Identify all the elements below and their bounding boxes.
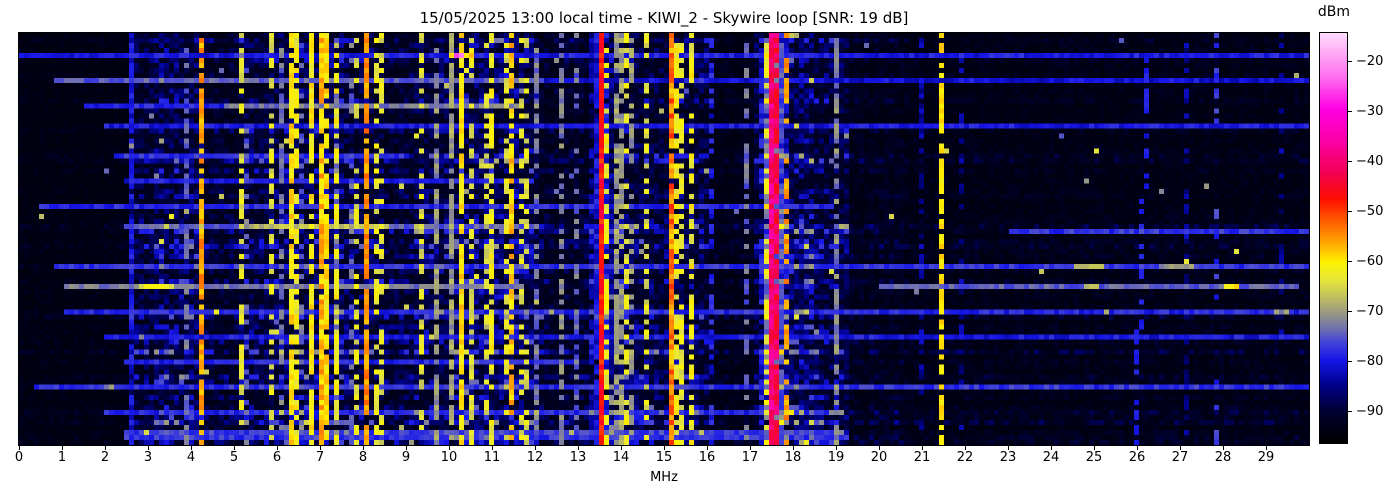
colorbar-tick	[1348, 60, 1352, 62]
x-tick-label: 12	[526, 450, 544, 465]
colorbar-tick-label: −50	[1356, 203, 1384, 219]
x-tick-label: 10	[440, 450, 458, 465]
colorbar-tick	[1348, 360, 1352, 362]
x-tick-label: 21	[913, 450, 931, 465]
x-tick-label: 3	[143, 450, 153, 465]
x-tick-label: 6	[272, 450, 282, 465]
x-tick-label: 8	[358, 450, 368, 465]
x-tick-label: 20	[870, 450, 888, 465]
spectrogram-figure: 15/05/2025 13:00 local time - KIWI_2 - S…	[0, 0, 1400, 500]
colorbar-tick	[1348, 160, 1352, 162]
spectrogram-heatmap	[18, 32, 1310, 446]
x-tick-label: 28	[1214, 450, 1232, 465]
chart-title: 15/05/2025 13:00 local time - KIWI_2 - S…	[419, 9, 909, 27]
colorbar-label: dBm	[1317, 4, 1351, 20]
x-tick-label: 17	[741, 450, 759, 465]
x-tick-label: 7	[315, 450, 325, 465]
x-tick-label: 4	[186, 450, 196, 465]
x-tick-label: 11	[483, 450, 501, 465]
x-tick-label: 22	[956, 450, 974, 465]
colorbar-tick-label: −90	[1356, 403, 1384, 419]
x-tick-label: 15	[655, 450, 673, 465]
x-tick-label: 1	[57, 450, 67, 465]
colorbar-tick	[1348, 310, 1352, 312]
x-tick-label: 5	[229, 450, 239, 465]
x-tick-label: 14	[612, 450, 630, 465]
x-tick-label: 0	[14, 450, 24, 465]
colorbar-tick-label: −40	[1356, 153, 1384, 169]
colorbar-tick	[1348, 110, 1352, 112]
x-tick-label: 13	[569, 450, 587, 465]
x-tick-label: 23	[999, 450, 1017, 465]
x-axis-label: MHz	[650, 470, 678, 485]
x-tick-label: 29	[1257, 450, 1275, 465]
x-tick-label: 27	[1171, 450, 1189, 465]
x-tick-label: 2	[100, 450, 110, 465]
x-tick-label: 16	[698, 450, 716, 465]
x-tick-label: 19	[827, 450, 845, 465]
x-tick-label: 25	[1085, 450, 1103, 465]
colorbar-tick	[1348, 260, 1352, 262]
x-tick-label: 24	[1042, 450, 1060, 465]
colorbar-tick-label: −20	[1356, 53, 1384, 69]
x-tick-label: 26	[1128, 450, 1146, 465]
colorbar-tick	[1348, 410, 1352, 412]
colorbar-tick-label: −30	[1356, 103, 1384, 119]
colorbar	[1319, 32, 1348, 444]
colorbar-tick-label: −60	[1356, 253, 1384, 269]
x-tick-label: 9	[401, 450, 411, 465]
colorbar-tick	[1348, 210, 1352, 212]
colorbar-tick-label: −70	[1356, 303, 1384, 319]
colorbar-tick-label: −80	[1356, 353, 1384, 369]
x-tick-label: 18	[784, 450, 802, 465]
